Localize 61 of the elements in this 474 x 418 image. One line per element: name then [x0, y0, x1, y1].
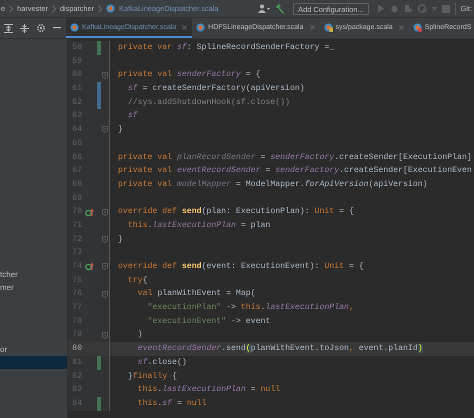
- code-line: "executionPlan" -> this.lastExecutionPlan,: [146, 302, 355, 314]
- change-marker[interactable]: [97, 96, 101, 110]
- close-icon[interactable]: [182, 24, 188, 30]
- run-icon[interactable]: [376, 4, 384, 13]
- override-icon[interactable]: [85, 262, 95, 272]
- project-tree-item[interactable]: mer: [0, 281, 67, 294]
- scala-file-icon: [412, 22, 422, 32]
- close-icon[interactable]: [310, 24, 314, 30]
- scala-file-icon: [106, 4, 116, 13]
- code-line: }: [117, 234, 124, 246]
- fold-icon[interactable]: [102, 332, 108, 339]
- code-line: private val planRecordSender = senderFactory.createSender[ExecutionPlan]: [117, 152, 473, 164]
- minimize-icon[interactable]: [53, 27, 61, 29]
- override-icon[interactable]: [85, 208, 95, 217]
- code-line: //sys.addShutdownHook(sf.close()): [126, 96, 291, 109]
- profiler-icon[interactable]: [418, 4, 426, 13]
- project-tree-item[interactable]: tcher: [0, 268, 67, 281]
- code-line: try{: [126, 274, 148, 287]
- code-line: val planWithEvent = Map(: [136, 288, 257, 300]
- code-line: sf.close(): [136, 356, 188, 369]
- code-line: override def send(plan: ExecutionPlan): Unit = {: [117, 206, 355, 218]
- change-marker[interactable]: [97, 41, 101, 55]
- code-line: }finally {: [126, 370, 178, 382]
- code-line: override def send(event: ExecutionEvent): Unit = {: [117, 261, 365, 273]
- code-line: sf: [126, 110, 139, 122]
- code-line: }: [117, 124, 124, 136]
- change-marker[interactable]: [97, 356, 101, 370]
- scala-file-icon: [196, 22, 206, 32]
- hammer-icon[interactable]: [275, 4, 286, 14]
- line-number: 80: [71, 343, 82, 356]
- user-icon[interactable]: [258, 4, 270, 13]
- fold-icon[interactable]: [102, 290, 108, 298]
- settings-icon[interactable]: [36, 23, 46, 33]
- code-line: sf = createSenderFactory(apiVersion): [126, 83, 306, 96]
- code-line: private var sf: SplineRecordSenderFactory =_: [117, 42, 336, 54]
- coverage-icon[interactable]: [404, 4, 412, 13]
- code-line: private val senderFactory = {: [117, 69, 262, 82]
- code-line: private val eventRecordSender = senderFactory.createSender[ExecutionEven: [117, 165, 473, 178]
- scala-package-icon: [324, 22, 332, 32]
- expand-all-icon[interactable]: [4, 24, 13, 32]
- chevron-icon: [98, 4, 102, 12]
- stop-icon[interactable]: [442, 4, 450, 12]
- fold-icon[interactable]: [102, 126, 108, 134]
- code-line: this.sf = null: [136, 398, 208, 410]
- chevron-icon: [52, 4, 56, 12]
- fold-icon[interactable]: [102, 208, 108, 216]
- code-line: this.lastExecutionPlan = plan: [126, 220, 272, 232]
- change-marker[interactable]: [97, 82, 101, 96]
- code-line: "executionEvent" -> event: [146, 316, 272, 328]
- change-marker[interactable]: [97, 396, 101, 411]
- project-tree-item[interactable]: or: [0, 343, 67, 356]
- fold-icon[interactable]: [102, 236, 108, 243]
- code-line: ): [136, 329, 144, 342]
- code-line: this.lastExecutionPlan = null: [136, 384, 282, 396]
- fold-icon[interactable]: [102, 263, 108, 270]
- collapse-all-icon[interactable]: [20, 24, 29, 32]
- fold-icon[interactable]: [102, 72, 108, 79]
- chevron-icon: [9, 4, 14, 12]
- scala-file-icon: [70, 22, 79, 32]
- close-icon[interactable]: [398, 24, 404, 30]
- code-line: private val modelMapper = ModelMapper.forApiVersion(apiVersion): [117, 178, 429, 191]
